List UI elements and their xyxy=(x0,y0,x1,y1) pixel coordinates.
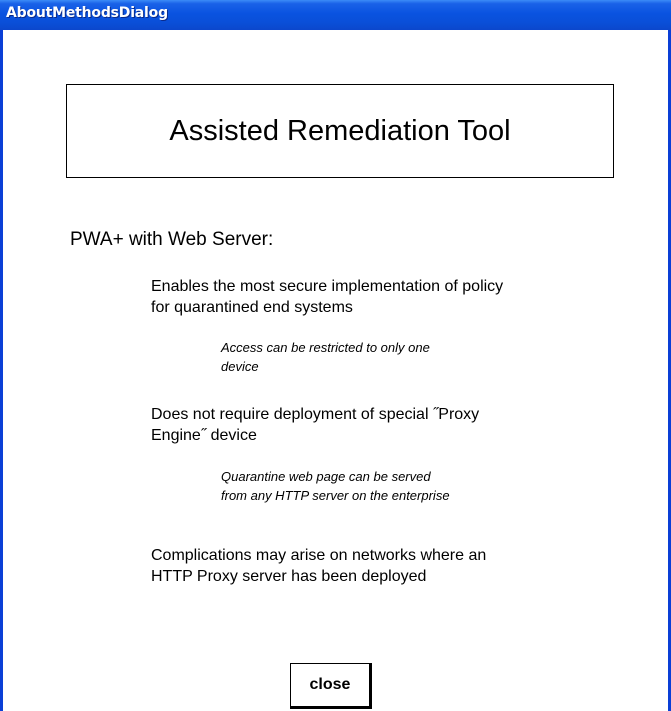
note-line: Access can be restricted to only one xyxy=(221,340,430,355)
section-heading: PWA+ with Web Server: xyxy=(70,229,274,250)
close-button[interactable]: close xyxy=(290,663,372,709)
note-line: from any HTTP server on the enterprise xyxy=(221,488,450,503)
banner-title: Assisted Remediation Tool xyxy=(169,114,511,147)
point-no-proxy-engine: Does not require deployment of special ˝… xyxy=(151,404,479,446)
title-bar[interactable]: AboutMethodsDialog xyxy=(0,0,671,30)
point-line: Enables the most secure implementation o… xyxy=(151,278,504,295)
window-title: AboutMethodsDialog xyxy=(6,5,168,21)
about-methods-dialog: AboutMethodsDialog Assisted Remediation … xyxy=(0,0,671,711)
note-any-http-server: Quarantine web page can be served from a… xyxy=(221,467,450,505)
point-line: Complications may arise on networks wher… xyxy=(151,547,487,564)
note-line: Quarantine web page can be served xyxy=(221,469,431,484)
point-line: Does not require deployment of special ˝… xyxy=(151,406,480,423)
point-line: Engine˝ device xyxy=(151,427,257,444)
tool-banner: Assisted Remediation Tool xyxy=(66,84,614,178)
point-line: for quarantined end systems xyxy=(151,299,353,316)
note-line: device xyxy=(221,359,259,374)
point-proxy-complications: Complications may arise on networks wher… xyxy=(151,545,486,587)
point-line: HTTP Proxy server has been deployed xyxy=(151,568,427,585)
point-secure-policy: Enables the most secure implementation o… xyxy=(151,276,503,318)
note-access-restricted: Access can be restricted to only one dev… xyxy=(221,338,430,376)
